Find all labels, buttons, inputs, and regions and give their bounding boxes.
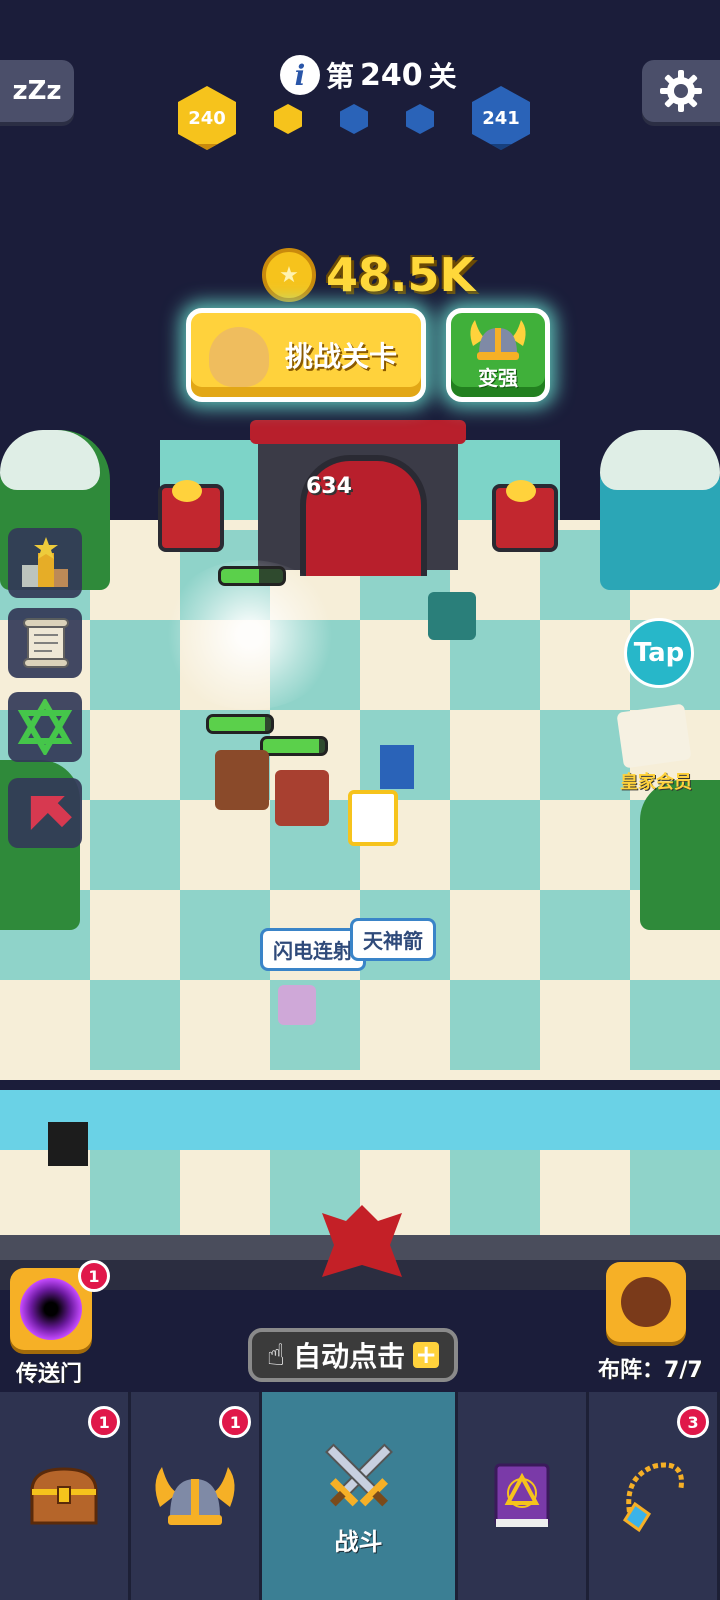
board-tile [630, 980, 720, 1070]
tap-label: Tap [633, 638, 685, 668]
notification-badge: 1 [88, 1406, 121, 1438]
quest-scroll-button[interactable] [8, 608, 82, 678]
formation-text: 布阵：7/7 [598, 1352, 703, 1384]
trophy-icon [22, 537, 68, 587]
event-button[interactable] [8, 778, 82, 848]
hexagram-icon [17, 699, 73, 755]
enemy-unit [428, 592, 476, 640]
upgrade-label: 变强 [478, 366, 518, 390]
board-tile [540, 890, 630, 980]
board-tile [630, 1150, 720, 1235]
spellbook-icon [494, 1463, 550, 1527]
fire-icon [506, 480, 536, 502]
formation-label: 布阵： [598, 1358, 665, 1383]
level-suffix: 关 [428, 60, 457, 93]
damage-number: 634 [306, 474, 352, 499]
board-tile [540, 710, 630, 800]
level-title: i 第 240 关 [280, 52, 457, 98]
board-tile [90, 800, 180, 890]
settings-button[interactable] [642, 60, 720, 122]
notification-badge: 1 [78, 1260, 110, 1292]
board-tile [90, 1150, 180, 1235]
crossed-swords-icon [324, 1442, 393, 1506]
vip-label[interactable]: 皇家会员 [620, 768, 692, 794]
current-level-hex: 240 [178, 86, 236, 150]
next-level-hex: 241 [472, 86, 530, 150]
auto-click-button[interactable]: ☝ 自动点击 + [248, 1328, 458, 1382]
hero-unit [48, 1122, 88, 1166]
challenge-level-button[interactable]: 挑战关卡 [186, 308, 426, 402]
board-tile [450, 800, 540, 890]
magic-star-button[interactable] [8, 692, 82, 762]
nav-equipment[interactable]: 3 [589, 1392, 720, 1600]
viking-helmet-icon [155, 1467, 235, 1525]
notification-badge: 1 [219, 1406, 252, 1438]
board-tile [180, 890, 270, 980]
arrow-icon [30, 796, 72, 830]
game-screen: 634 闪电连射 天神箭 zZz i 第 240 关 240 241 ★ 48.… [0, 0, 720, 1600]
enemy-hp-bar [206, 714, 274, 734]
board-tile [450, 980, 540, 1070]
gear-icon [660, 70, 702, 112]
sleep-icon: zZz [12, 76, 62, 106]
enemy-hp-bar [218, 566, 286, 586]
amulet-icon [622, 1462, 684, 1533]
enemy-hp-bar [260, 736, 328, 756]
auto-click-label: 自动点击 [293, 1340, 406, 1373]
portal-label: 传送门 [16, 1362, 83, 1387]
pointer-hand-icon: ☝ [266, 1337, 286, 1373]
coin-value: 48.5K [326, 248, 476, 302]
challenge-label: 挑战关卡 [284, 340, 397, 373]
banner [380, 745, 414, 789]
taptap-button[interactable]: Tap [624, 618, 694, 688]
progress-node [406, 104, 434, 134]
skill-label: 天神箭 [350, 918, 436, 961]
sleep-button[interactable]: zZz [0, 60, 74, 122]
formation-value: 7/7 [664, 1358, 703, 1383]
fire-icon [172, 480, 202, 502]
scroll-icon [23, 618, 69, 668]
board-tile [90, 980, 180, 1070]
level-prefix: 第 [326, 60, 355, 93]
nav-spellbook[interactable] [458, 1392, 589, 1600]
hero-unit [278, 985, 316, 1025]
nav-battle-label: 战斗 [334, 1527, 383, 1556]
nav-treasure[interactable]: 1 [0, 1392, 132, 1600]
nav-heroes[interactable]: 1 [131, 1392, 263, 1600]
plus-icon: + [413, 1342, 440, 1368]
hero-portrait-icon [621, 1277, 671, 1327]
hero-unit [348, 790, 398, 846]
progress-node [340, 104, 368, 134]
board-tile [450, 1150, 540, 1235]
treasure-chest-icon [30, 1467, 98, 1525]
gate-awning [250, 420, 466, 444]
progress-node [274, 104, 302, 134]
nav-battle[interactable]: 战斗 [262, 1392, 458, 1600]
tree-right-lower [640, 780, 720, 930]
snow-cap [600, 430, 720, 490]
skull-icon [209, 327, 269, 387]
level-number: 240 [360, 57, 423, 93]
viking-helmet-icon [470, 320, 526, 360]
bottom-navigation: 1 1 战斗 3 [0, 1392, 720, 1600]
notification-badge: 3 [677, 1406, 710, 1438]
portal-icon [20, 1278, 82, 1340]
formation-button[interactable] [606, 1262, 686, 1342]
enemy-unit [275, 770, 329, 826]
ranking-button[interactable] [8, 528, 82, 598]
coin-icon: ★ [262, 248, 316, 302]
vip-card-icon[interactable] [616, 703, 692, 769]
upgrade-button[interactable]: 变强 [446, 308, 550, 402]
coin-counter: ★ 48.5K [262, 248, 475, 302]
enemy-unit [215, 750, 269, 810]
info-icon[interactable]: i [280, 55, 320, 95]
